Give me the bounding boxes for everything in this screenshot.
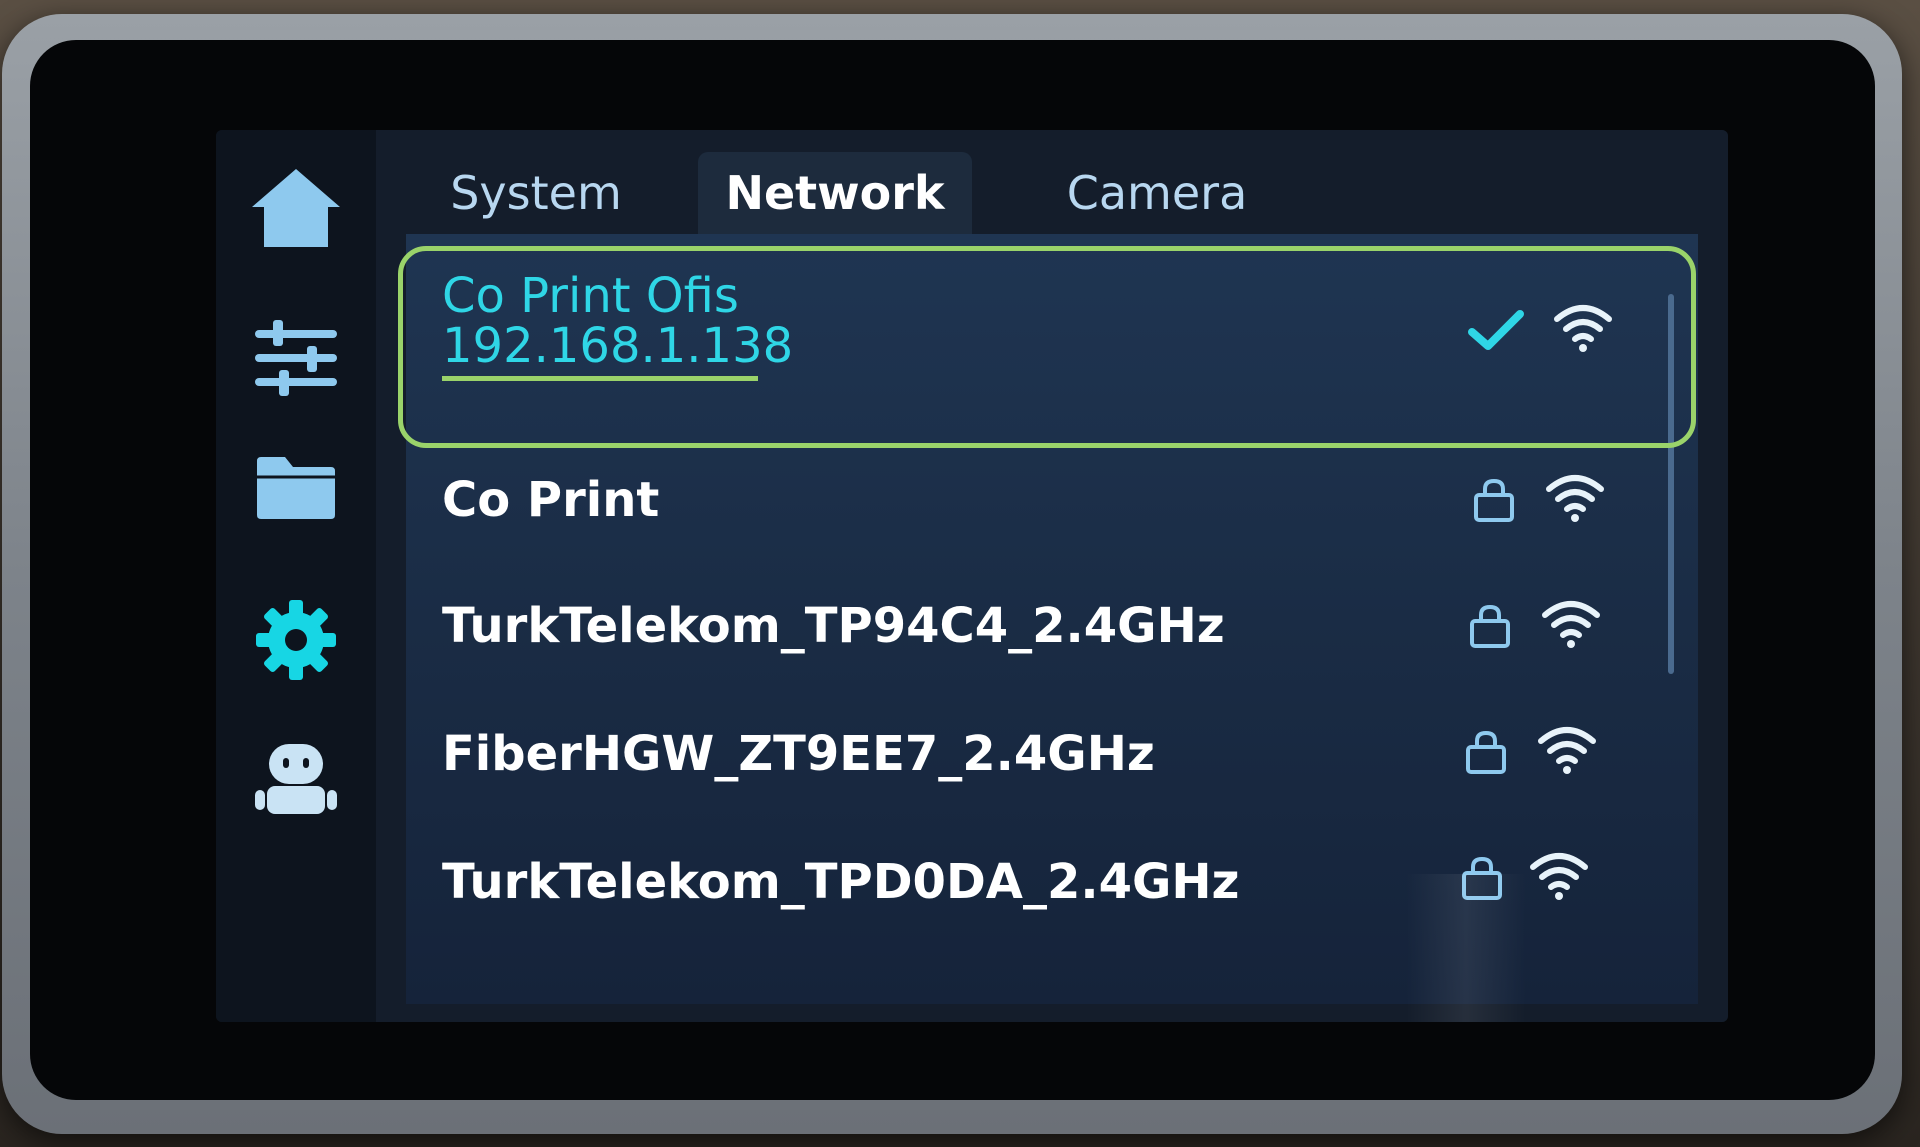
network-ssid: TurkTelekom_TP94C4_2.4GHz [442, 598, 1225, 654]
lock-icon [1454, 848, 1510, 908]
tab-label: Network [725, 166, 945, 220]
wifi-signal-icon [1526, 842, 1592, 908]
home-icon [252, 169, 340, 247]
ip-text: 192.168.1.138 [442, 318, 794, 374]
settings-panel: System Network Camera Co Print Ofis 192.… [376, 130, 1728, 1022]
wifi-signal-icon [1534, 716, 1600, 782]
sidebar-item-home[interactable] [246, 158, 346, 258]
gear-icon [256, 600, 336, 680]
sidebar-item-files[interactable] [246, 438, 346, 538]
tab-camera[interactable]: Camera [1012, 152, 1302, 234]
tab-system[interactable]: System [416, 152, 656, 234]
sidebar-item-settings[interactable] [246, 590, 346, 690]
tab-network[interactable]: Network [698, 152, 972, 234]
wifi-signal-icon [1542, 464, 1608, 530]
wifi-signal-icon [1550, 294, 1616, 360]
tab-bar: System Network Camera [376, 130, 1728, 234]
lock-icon [1466, 470, 1522, 530]
network-ssid: Co Print [442, 472, 660, 528]
checkmark-icon [1466, 300, 1526, 360]
wifi-signal-icon [1538, 590, 1604, 656]
lock-icon [1462, 596, 1518, 656]
tab-label: System [450, 166, 622, 220]
sliders-icon [255, 320, 337, 396]
folder-icon [257, 457, 335, 519]
list-item-network[interactable]: FiberHGW_ZT9EE7_2.4GHz [406, 726, 1666, 852]
robot-icon [255, 744, 337, 814]
touch-screen: System Network Camera Co Print Ofis 192.… [216, 130, 1728, 1022]
network-ssid: Co Print Ofis [442, 268, 739, 324]
list-item-network[interactable]: TurkTelekom_TP94C4_2.4GHz [406, 598, 1666, 724]
network-ssid: TurkTelekom_TPD0DA_2.4GHz [442, 854, 1240, 910]
sidebar-item-assistant[interactable] [246, 728, 346, 828]
network-ip-address: 192.168.1.138 [442, 318, 793, 374]
list-item-network[interactable]: Co Print [406, 470, 1666, 596]
list-item-network-connected[interactable]: Co Print Ofis 192.168.1.138 [406, 254, 1666, 414]
tab-label: Camera [1066, 166, 1248, 220]
sidebar [216, 130, 376, 1022]
sidebar-item-controls[interactable] [246, 308, 346, 408]
ip-underline [442, 376, 758, 381]
scrollbar[interactable] [1668, 294, 1674, 674]
network-ssid: FiberHGW_ZT9EE7_2.4GHz [442, 726, 1155, 782]
wifi-network-list[interactable]: Co Print Ofis 192.168.1.138 Co Print Tur… [406, 234, 1698, 1022]
list-item-network[interactable]: TurkTelekom_TPD0DA_2.4GHz [406, 853, 1666, 980]
lock-icon [1458, 722, 1514, 782]
